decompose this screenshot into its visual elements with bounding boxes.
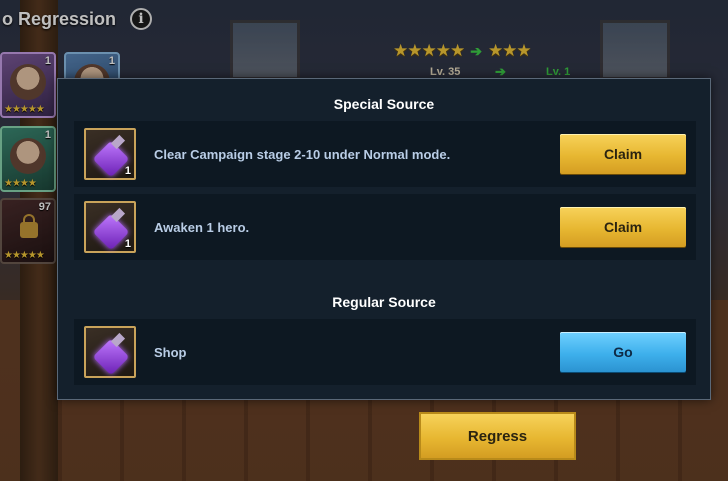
source-row: Shop Go	[74, 319, 696, 385]
source-row: 1 Clear Campaign stage 2-10 under Normal…	[74, 121, 696, 187]
potion-icon	[92, 140, 130, 178]
potion-icon	[92, 213, 130, 251]
regular-source-title: Regular Source	[332, 294, 436, 310]
potion-item-icon	[84, 326, 136, 378]
claim-button[interactable]: Claim	[560, 134, 686, 174]
item-count: 1	[124, 165, 131, 177]
item-count: 1	[124, 238, 131, 250]
regress-button[interactable]: Regress	[419, 412, 576, 460]
source-description: Clear Campaign stage 2-10 under Normal m…	[154, 146, 451, 162]
claim-button[interactable]: Claim	[560, 207, 686, 247]
potion-icon	[92, 338, 130, 376]
source-description: Shop	[154, 344, 187, 360]
special-source-title: Special Source	[333, 96, 435, 112]
source-modal: Special Source 1 Clear Campaign stage 2-…	[57, 78, 711, 400]
potion-item-icon: 1	[84, 128, 136, 180]
source-row: 1 Awaken 1 hero. Claim	[74, 194, 696, 260]
potion-item-icon: 1	[84, 201, 136, 253]
source-description: Awaken 1 hero.	[154, 219, 250, 235]
go-button[interactable]: Go	[560, 332, 686, 372]
